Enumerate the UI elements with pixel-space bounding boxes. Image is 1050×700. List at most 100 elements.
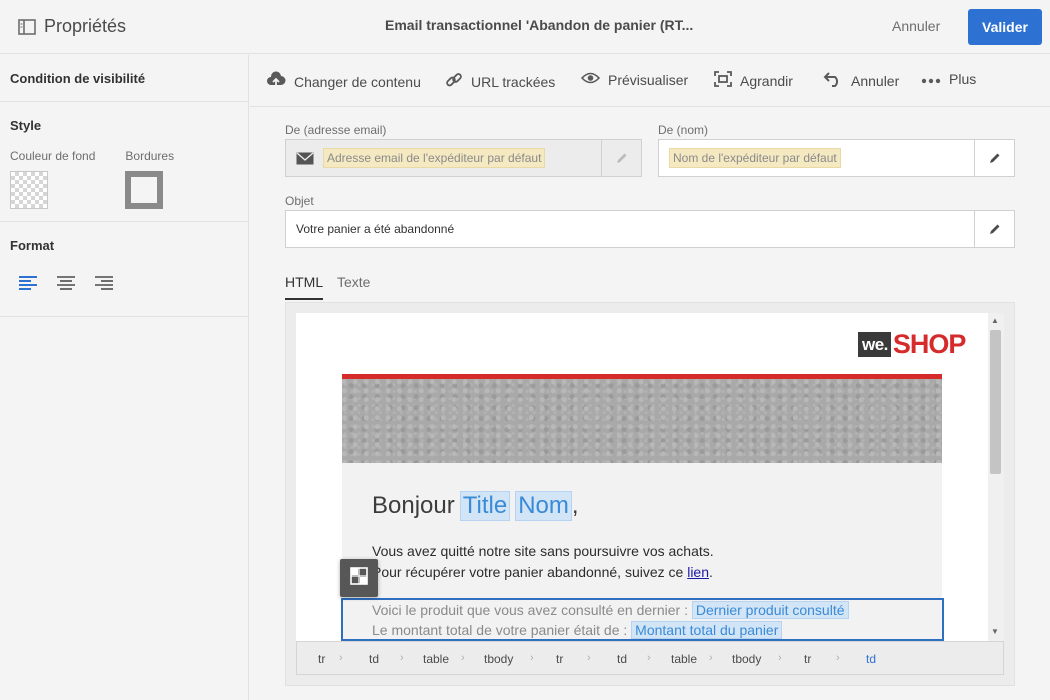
from-name-label: De (nom) [658, 123, 709, 137]
cloud-upload-icon [266, 71, 286, 92]
last-product-line: Voici le produit que vous avez consulté … [372, 600, 849, 620]
banner-image[interactable] [342, 379, 942, 463]
borders-swatch[interactable] [125, 171, 164, 209]
panel-icon [18, 18, 36, 35]
breadcrumb-item[interactable]: tr [804, 652, 811, 666]
last-product-text: Voici le produit que vous avez consulté … [372, 602, 692, 618]
scroll-thumb[interactable] [990, 330, 1001, 474]
breadcrumb-separator-icon: › [400, 652, 404, 664]
undo-label: Annuler [851, 72, 900, 89]
intro-line-1: Vous avez quitté notre site sans poursui… [372, 543, 714, 559]
panel-title: Propriétés [44, 16, 127, 36]
greeting-comma: , [571, 492, 579, 519]
bg-color-swatch[interactable] [10, 171, 48, 209]
breadcrumb-item[interactable]: table [671, 652, 697, 666]
bg-color-label: Couleur de fond [10, 149, 96, 163]
change-content-label: Changer de contenu [294, 73, 421, 90]
breadcrumb-separator-icon: › [339, 652, 343, 664]
top-bar: Propriétés Email transactionnel 'Abandon… [0, 0, 1050, 54]
format-title: Format [10, 238, 55, 253]
properties-panel: Condition de visibilité Style Couleur de… [0, 55, 249, 700]
breadcrumb-item[interactable]: table [423, 652, 449, 666]
undo-button[interactable]: Annuler [823, 71, 899, 90]
cancel-button[interactable]: Annuler [892, 18, 940, 34]
from-name-placeholder: Nom de l'expéditeur par défaut [669, 148, 841, 168]
cart-total-text: Le montant total de votre panier était d… [372, 622, 632, 638]
more-icon [921, 71, 941, 87]
recover-cart-link[interactable]: lien [687, 564, 709, 580]
format-section: Format [0, 222, 248, 317]
tracked-urls-label: URL trackées [471, 73, 556, 90]
properties-toggle[interactable]: Propriétés [18, 16, 126, 37]
subject-value: Votre panier a été abandonné [296, 222, 455, 236]
document-title: Email transactionnel 'Abandon de panier … [385, 17, 694, 33]
breadcrumb-item[interactable]: td [617, 652, 627, 666]
breadcrumb-item[interactable]: td [369, 652, 379, 666]
breadcrumb-separator-icon: › [709, 652, 713, 664]
align-left-icon[interactable] [18, 275, 38, 291]
layout-block-icon [350, 566, 368, 590]
envelope-icon [296, 151, 314, 165]
product-paragraph[interactable]: Voici le produit que vous avez consulté … [372, 600, 849, 640]
block-layout-handle[interactable] [340, 559, 378, 597]
breadcrumb-item[interactable]: tr [556, 652, 563, 666]
scroll-up-icon[interactable]: ▲ [991, 316, 999, 325]
enlarge-label: Agrandir [740, 72, 793, 89]
link-icon [445, 71, 463, 92]
from-email-label: De (adresse email) [285, 123, 387, 137]
greeting-text: Bonjour [372, 492, 455, 519]
expand-icon [714, 71, 732, 90]
preview-label: Prévisualiser [608, 71, 689, 88]
validate-button[interactable]: Valider [968, 9, 1042, 45]
name-token[interactable]: Nom [515, 491, 572, 521]
borders-label: Bordures [125, 149, 175, 163]
logo-we: we. [858, 332, 891, 357]
intro-paragraph[interactable]: Vous avez quitté notre site sans poursui… [372, 541, 714, 583]
pencil-icon[interactable] [601, 140, 641, 176]
from-email-field[interactable]: Adresse email de l'expéditeur par défaut [285, 139, 642, 177]
breadcrumb-separator-icon: › [530, 652, 534, 664]
breadcrumb-item[interactable]: tr [318, 652, 325, 666]
from-name-field[interactable]: Nom de l'expéditeur par défaut [658, 139, 1015, 177]
preview-button[interactable]: Prévisualiser [580, 71, 689, 88]
more-button[interactable]: Plus [921, 71, 976, 87]
breadcrumb-separator-icon: › [836, 652, 840, 664]
subject-label: Objet [285, 194, 314, 208]
align-right-icon[interactable] [94, 275, 114, 291]
breadcrumb-item[interactable]: tbody [732, 652, 761, 666]
from-email-placeholder: Adresse email de l'expéditeur par défaut [323, 148, 546, 168]
breadcrumb-separator-icon: › [587, 652, 591, 664]
intro-line-2-text: Pour récupérer votre panier abandonné, s… [372, 564, 688, 580]
pencil-icon[interactable] [974, 140, 1014, 176]
intro-line-2-end: . [709, 564, 713, 580]
change-content-button[interactable]: Changer de contenu [266, 71, 421, 92]
enlarge-button[interactable]: Agrandir [714, 71, 793, 90]
style-section: Style Couleur de fond Bordures [0, 102, 248, 222]
tab-html[interactable]: HTML [285, 274, 323, 290]
editor-toolbar: Changer de contenu URL trackées Prévisua… [250, 55, 1050, 107]
align-center-icon[interactable] [56, 275, 76, 291]
scroll-down-icon[interactable]: ▼ [991, 627, 999, 636]
breadcrumb-separator-icon: › [461, 652, 465, 664]
title-token[interactable]: Title [459, 491, 511, 521]
greeting[interactable]: Bonjour Title Nom , [372, 491, 579, 521]
last-product-token[interactable]: Dernier produit consulté [691, 601, 849, 619]
breadcrumb-separator-icon: › [778, 652, 782, 664]
intro-line-2: Pour récupérer votre panier abandonné, s… [372, 562, 714, 583]
undo-icon [823, 71, 843, 90]
breadcrumb-item-current[interactable]: td [866, 652, 876, 666]
tracked-urls-button[interactable]: URL trackées [445, 71, 555, 92]
cart-total-line: Le montant total de votre panier était d… [372, 620, 849, 640]
subject-field[interactable]: Votre panier a été abandonné [285, 210, 1015, 248]
breadcrumb-item[interactable]: tbody [484, 652, 513, 666]
visibility-title: Condition de visibilité [10, 71, 146, 86]
logo-shop: SHOP [892, 329, 967, 359]
tab-text[interactable]: Texte [337, 274, 370, 290]
cart-total-token[interactable]: Montant total du panier [631, 621, 783, 639]
weshop-logo: we. SHOP [858, 329, 967, 360]
visibility-section[interactable]: Condition de visibilité [0, 55, 248, 102]
breadcrumb-separator-icon: › [647, 652, 651, 664]
pencil-icon[interactable] [974, 211, 1014, 247]
eye-icon [580, 71, 601, 88]
email-canvas[interactable]: we. SHOP Bonjour Title Nom , Vous avez q… [296, 313, 988, 641]
